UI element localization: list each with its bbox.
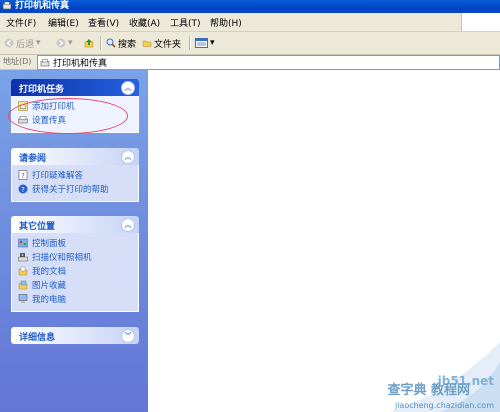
svg-text:?: ? (21, 186, 25, 194)
control-panel-icon (18, 238, 28, 248)
troubleshoot-label: 打印疑难解答 (32, 171, 84, 181)
task-pane: 打印机任务 ︽ 添加打印机 设置传真 请参阅 ︽ ? 打印疑难解答 ? 获得关于… (0, 70, 148, 412)
place-my-computer[interactable]: 我的电脑 (18, 292, 138, 306)
address-bar: 地址(D) 打印机和传真 (0, 55, 500, 70)
back-arrow-icon (4, 38, 14, 48)
chevron-down-icon: ▾ (68, 38, 73, 48)
my-pictures-label: 图片收藏 (32, 281, 67, 291)
folders-label: 文件夹 (154, 39, 182, 50)
place-my-pictures[interactable]: 图片收藏 (18, 278, 138, 292)
toolbar-separator (189, 36, 191, 50)
menu-edit[interactable]: 编辑(E) (48, 16, 79, 29)
collapse-chevron-icon[interactable]: ︽ (121, 150, 135, 164)
toolbar: 后退 ▾ ▾ 搜索 文件夹 ▾ (0, 32, 500, 55)
task-printing-help[interactable]: ? 获得关于打印的帮助 (18, 182, 138, 196)
forward-button[interactable]: ▾ (56, 35, 73, 51)
search-label: 搜索 (118, 39, 137, 50)
views-icon (195, 38, 208, 48)
menu-help[interactable]: 帮助(H) (210, 16, 242, 29)
back-button[interactable]: 后退 ▾ (4, 35, 41, 51)
place-scanners-cameras[interactable]: 扫描仪和照相机 (18, 250, 138, 264)
up-folder-icon (84, 39, 94, 48)
address-value: 打印机和传真 (53, 59, 108, 69)
my-documents-label: 我的文档 (32, 267, 67, 277)
other-places-header[interactable]: 其它位置 ︽ (11, 216, 139, 233)
menu-bar: 文件(F) 编辑(E) 查看(V) 收藏(A) 工具(T) 帮助(H) (0, 13, 500, 32)
details-header[interactable]: 详细信息 ︾ (11, 327, 139, 344)
address-field[interactable]: 打印机和传真 (37, 55, 500, 70)
address-label: 地址(D) (3, 57, 32, 66)
chevron-down-icon: ▾ (210, 38, 215, 48)
scanner-camera-icon (18, 253, 28, 262)
toolbar-separator (100, 36, 102, 50)
control-panel-label: 控制面板 (32, 239, 67, 249)
window-title: 打印机和传真 (15, 1, 70, 11)
menu-favorites[interactable]: 收藏(A) (129, 16, 160, 29)
see-also-body: ? 打印疑难解答 ? 获得关于打印的帮助 (11, 165, 139, 202)
folders-button[interactable]: 文件夹 (142, 35, 181, 51)
details-panel: 详细信息 ︾ (11, 327, 139, 344)
details-title: 详细信息 (19, 333, 56, 343)
menu-file[interactable]: 文件(F) (6, 16, 36, 29)
see-also-header[interactable]: 请参阅 ︽ (11, 148, 139, 165)
printer-tasks-title: 打印机任务 (19, 85, 65, 95)
collapse-chevron-icon[interactable]: ︽ (121, 218, 135, 232)
expand-chevron-icon[interactable]: ︾ (121, 329, 135, 343)
my-documents-icon (18, 266, 28, 276)
other-places-panel: 其它位置 ︽ 控制面板 扫描仪和照相机 我的文档 图片收藏 我的电脑 (11, 216, 139, 312)
see-also-title: 请参阅 (19, 154, 47, 164)
my-pictures-icon (18, 280, 28, 290)
menu-tools[interactable]: 工具(T) (170, 16, 201, 29)
printer-folder-icon (40, 58, 50, 66)
windows-logo-box (461, 13, 500, 31)
views-button[interactable]: ▾ (195, 35, 215, 51)
back-label: 后退 (16, 39, 35, 50)
up-folder-button[interactable] (84, 35, 94, 51)
place-control-panel[interactable]: 控制面板 (18, 236, 138, 250)
chevron-down-icon: ▾ (36, 38, 41, 48)
printer-tasks-header[interactable]: 打印机任务 ︽ (11, 79, 139, 96)
see-also-panel: 请参阅 ︽ ? 打印疑难解答 ? 获得关于打印的帮助 (11, 148, 139, 202)
svg-text:?: ? (21, 172, 25, 180)
folder-icon (142, 40, 152, 47)
forward-arrow-icon (56, 38, 66, 48)
my-computer-icon (18, 294, 28, 303)
menu-view[interactable]: 查看(V) (88, 16, 119, 29)
search-icon (106, 38, 116, 48)
place-my-documents[interactable]: 我的文档 (18, 264, 138, 278)
other-places-body: 控制面板 扫描仪和照相机 我的文档 图片收藏 我的电脑 (11, 233, 139, 312)
task-troubleshoot-printing[interactable]: ? 打印疑难解答 (18, 168, 138, 182)
watermark-text-2: 查字典 教程网 (387, 383, 470, 398)
collapse-chevron-icon[interactable]: ︽ (121, 81, 135, 95)
other-places-title: 其它位置 (19, 222, 56, 232)
help-icon: ? (18, 184, 28, 194)
printing-help-label: 获得关于打印的帮助 (32, 185, 109, 195)
help-page-icon: ? (18, 170, 28, 180)
title-bar: 打印机和传真 (0, 0, 500, 13)
watermark-text-3: jiaocheng.chazidian.com (394, 401, 494, 410)
printer-app-icon (2, 1, 12, 10)
watermark: jb51.net 查字典 教程网 jiaocheng.chazidian.com (350, 342, 500, 412)
highlight-annotation (8, 98, 128, 134)
my-computer-label: 我的电脑 (32, 295, 67, 305)
search-button[interactable]: 搜索 (106, 35, 136, 51)
scanners-cameras-label: 扫描仪和照相机 (32, 253, 92, 263)
